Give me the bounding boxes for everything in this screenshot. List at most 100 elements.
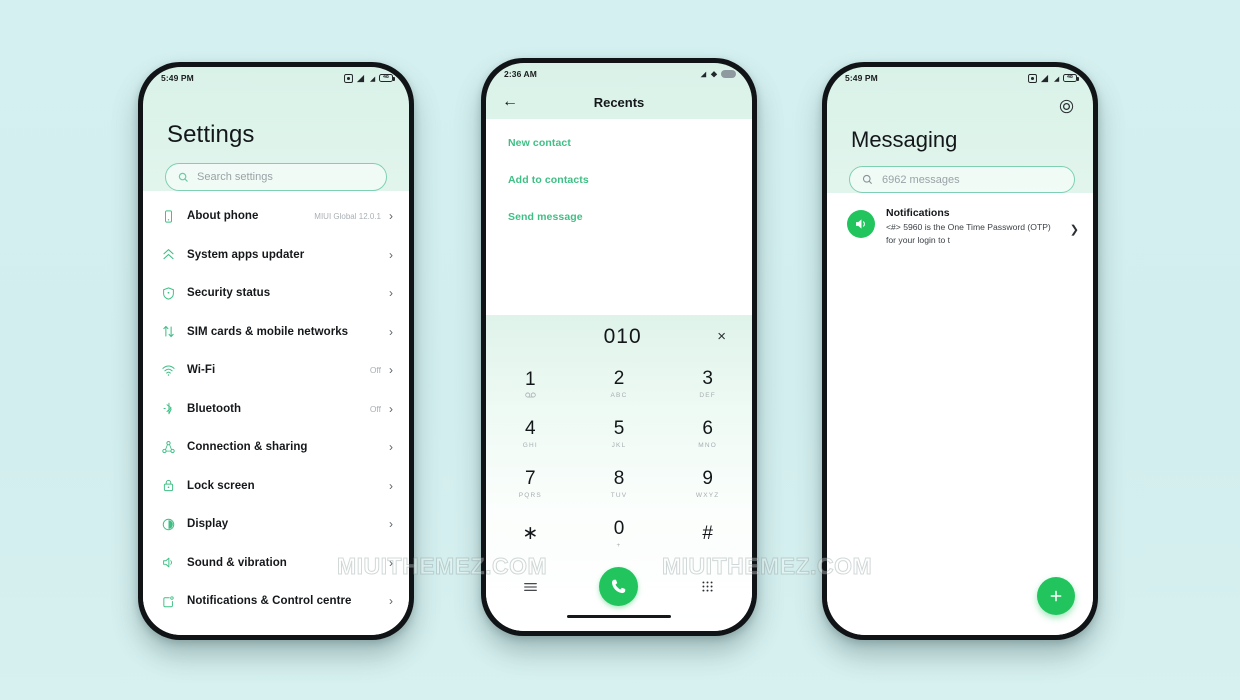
status-bar: 5:49 PM 48 — [827, 67, 1093, 89]
chevron-right-icon: › — [389, 286, 393, 301]
dialed-number[interactable]: 010 — [516, 325, 717, 349]
search-input[interactable]: Search settings — [165, 163, 387, 191]
new-contact-button[interactable]: New contact — [508, 137, 730, 149]
dialpad-key-digit: 4 — [525, 417, 536, 439]
add-to-contacts-button[interactable]: Add to contacts — [508, 174, 730, 186]
sidebar-item-wifi[interactable]: Wi-Fi Off › — [143, 351, 409, 390]
phone-outline-icon — [161, 209, 187, 224]
dialer-screen: 2:36 AM ← Recents New contact Add to con… — [486, 63, 752, 631]
chevron-right-icon: › — [389, 401, 393, 416]
phone-mockup-dialer: 2:36 AM ← Recents New contact Add to con… — [481, 58, 757, 636]
dialpad-key-letters: MNO — [698, 441, 718, 449]
send-message-button[interactable]: Send message — [508, 211, 730, 223]
list-item[interactable]: Notifications <#> 5960 is the One Time P… — [847, 207, 1079, 246]
arrow-left-icon[interactable]: ← — [502, 94, 518, 110]
conversation-preview: <#> 5960 is the One Time Password (OTP) … — [886, 222, 1051, 245]
bluetooth-icon — [161, 401, 187, 416]
dialpad-key-digit: 5 — [613, 417, 625, 439]
connection-sharing-icon — [161, 440, 187, 455]
signal-icon — [356, 74, 365, 82]
dialpad-key-digit: 8 — [613, 467, 625, 489]
chevrons-up-icon — [161, 247, 187, 262]
alarm-icon — [1028, 73, 1037, 83]
conversation-title: Notifications — [886, 207, 950, 219]
sidebar-item-value: MIUI Global 12.0.1 — [314, 211, 381, 221]
dialpad-key-5[interactable]: 5 JKL — [575, 409, 664, 459]
page-title: Settings — [167, 121, 255, 148]
chevron-right-icon: › — [389, 209, 393, 224]
dialpad-key-digit: 2 — [613, 367, 625, 389]
notification-square-icon — [161, 594, 187, 609]
call-icon — [612, 580, 626, 594]
sidebar-item-label: Bluetooth — [187, 402, 242, 415]
search-placeholder: Search settings — [197, 171, 273, 183]
search-input[interactable]: 6962 messages — [849, 166, 1075, 193]
sidebar-item-system-apps-updater[interactable]: System apps updater › — [143, 236, 409, 275]
wifi-icon — [161, 363, 187, 378]
battery-icon: 48 — [1063, 74, 1079, 82]
status-bar: 2:36 AM — [486, 63, 752, 85]
call-button[interactable] — [599, 567, 639, 607]
target-icon[interactable] — [1058, 98, 1075, 115]
dialpad-key-letters: ABC — [610, 391, 628, 399]
page-title: Recents — [593, 94, 645, 110]
dialpad-key-digit: # — [702, 523, 713, 545]
avatar — [847, 210, 875, 238]
dialpad-key-6[interactable]: 6 MNO — [663, 409, 752, 459]
sidebar-item-notifications-control-centre[interactable]: Notifications & Control centre › — [143, 582, 409, 621]
sidebar-item-security-status[interactable]: Security status › — [143, 274, 409, 313]
status-bar-time: 5:49 PM — [845, 73, 878, 83]
chevron-right-icon: › — [389, 594, 393, 609]
display-icon — [161, 517, 187, 532]
keypad-icon[interactable] — [701, 580, 714, 593]
dialpad-key-9[interactable]: 9 WXYZ — [663, 459, 752, 509]
dialpad-bottom-bar — [486, 559, 752, 615]
settings-header: Settings Search settings — [143, 89, 409, 191]
status-bar-time: 5:49 PM — [161, 73, 194, 83]
dialpad-key-letters: DEF — [699, 391, 716, 399]
dialpad-key-star[interactable]: ∗ — [486, 509, 575, 559]
dialpad-key-digit: 0 — [613, 517, 625, 539]
add-message-button[interactable] — [1037, 577, 1075, 615]
settings-screen: 5:49 PM 48 Settings Search settings Abou… — [143, 67, 409, 635]
close-icon[interactable]: × — [717, 329, 726, 344]
dialpad-key-1[interactable]: 1 — [486, 359, 575, 409]
dialpad-key-letters: GHI — [522, 441, 538, 449]
signal-icon — [1040, 74, 1049, 82]
dialpad-key-digit: 3 — [702, 367, 713, 389]
menu-icon[interactable] — [523, 581, 538, 593]
dialpad-key-3[interactable]: 3 DEF — [663, 359, 752, 409]
sidebar-item-display[interactable]: Display › — [143, 505, 409, 544]
dialpad-key-letters: TUV — [610, 491, 628, 499]
sidebar-item-bluetooth[interactable]: Bluetooth Off › — [143, 390, 409, 429]
chevron-right-icon: › — [389, 324, 393, 339]
dialer-actions: New contact Add to contacts Send message — [486, 119, 752, 315]
dialpad-key-0[interactable]: 0 + — [575, 509, 664, 559]
conversation-list: Notifications <#> 5960 is the One Time P… — [827, 193, 1093, 635]
dialpad-key-hash[interactable]: # — [663, 509, 752, 559]
lock-icon — [161, 478, 187, 493]
sidebar-item-label: Lock screen — [187, 479, 255, 492]
sidebar-item-sim-cards[interactable]: SIM cards & mobile networks › — [143, 313, 409, 352]
sidebar-item-label: Security status — [187, 287, 271, 300]
sidebar-item-connection-sharing[interactable]: Connection & sharing › — [143, 428, 409, 467]
sidebar-item-about-phone[interactable]: About phone MIUI Global 12.0.1 › — [143, 197, 409, 236]
sidebar-item-lock-screen[interactable]: Lock screen › — [143, 467, 409, 506]
dialpad-key-2[interactable]: 2 ABC — [575, 359, 664, 409]
chevron-right-icon: ❯ — [1069, 224, 1079, 236]
speaker-icon — [161, 555, 187, 570]
sidebar-item-sound-vibration[interactable]: Sound & vibration › — [143, 544, 409, 583]
dialpad-key-7[interactable]: 7 PQRS — [486, 459, 575, 509]
dialpad-key-digit: 7 — [525, 467, 536, 489]
messaging-header-actions — [849, 95, 1075, 117]
status-bar-icons: 48 — [344, 73, 395, 83]
dialpad-key-digit: 6 — [702, 417, 713, 439]
dialpad-key-letters: WXYZ — [695, 491, 720, 499]
app-bar: ← Recents — [486, 85, 752, 119]
dialpad-key-digit: 9 — [702, 467, 713, 489]
search-placeholder: 6962 messages — [882, 173, 960, 186]
shield-icon — [161, 286, 187, 301]
dialpad-key-8[interactable]: 8 TUV — [575, 459, 664, 509]
dialpad-key-4[interactable]: 4 GHI — [486, 409, 575, 459]
sidebar-item-label: Wi-Fi — [187, 364, 216, 377]
